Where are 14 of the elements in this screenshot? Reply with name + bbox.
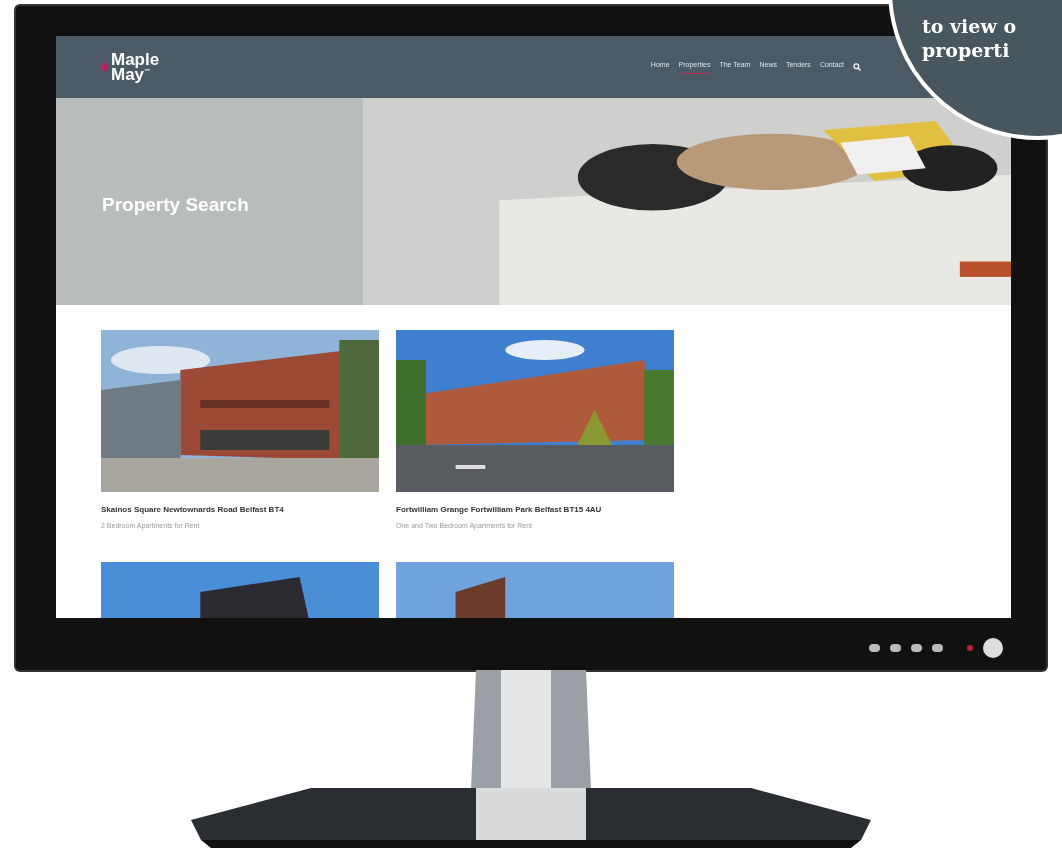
property-title[interactable]: Fortwilliam Grange Fortwilliam Park Belfast BT15 4AU	[396, 504, 674, 515]
logo-text: May	[111, 67, 145, 82]
power-button-icon[interactable]	[983, 638, 1003, 658]
monitor-button-icon[interactable]	[869, 644, 880, 652]
callout-text: to view o	[922, 14, 1017, 38]
monitor-button-icon[interactable]	[932, 644, 943, 652]
monitor-button-icon[interactable]	[911, 644, 922, 652]
monitor-button-icon[interactable]	[890, 644, 901, 652]
property-title[interactable]: Skainos Square Newtownards Road Belfast BT4	[101, 504, 379, 515]
power-light-icon	[967, 645, 973, 651]
hero-title: Property Search	[102, 193, 249, 217]
callout-text: properti	[922, 38, 1010, 62]
logo-text: Maple	[111, 52, 160, 67]
search-icon[interactable]	[853, 63, 861, 71]
